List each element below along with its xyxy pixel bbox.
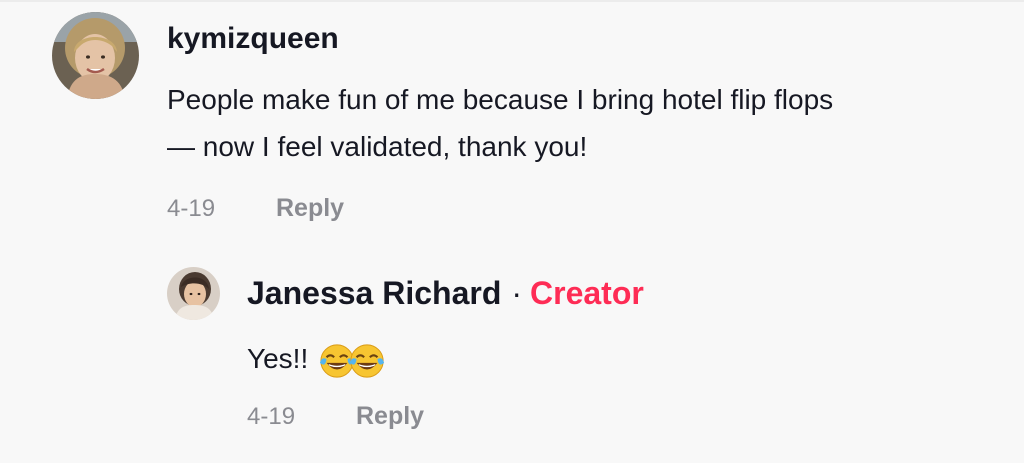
user-avatar-icon bbox=[167, 267, 220, 320]
commenter-avatar[interactable] bbox=[52, 12, 139, 99]
comment-text-line: People make fun of me because I bring ho… bbox=[167, 84, 834, 115]
creator-badge: Creator bbox=[530, 275, 644, 311]
tears-of-joy-emoji-icon bbox=[349, 343, 385, 378]
reply-button[interactable]: Reply bbox=[356, 402, 424, 431]
creator-avatar[interactable] bbox=[167, 267, 220, 320]
comment-text-line: — now I feel validated, thank you! bbox=[167, 131, 588, 162]
separator-dot: · bbox=[511, 275, 523, 311]
reply-text: Yes!! bbox=[247, 335, 386, 382]
reply-button[interactable]: Reply bbox=[276, 194, 344, 223]
reply-date: 4-19 bbox=[247, 403, 296, 430]
comment-text: People make fun of me because I bring ho… bbox=[167, 76, 1017, 170]
reply-item: Janessa Richard · Creator Yes!! 4-19 Reply bbox=[0, 250, 1024, 463]
comment-item: kymizqueen People make fun of me because… bbox=[0, 0, 1024, 240]
comment-date: 4-19 bbox=[167, 195, 216, 222]
reply-header: Janessa Richard · Creator bbox=[247, 275, 644, 312]
reply-username[interactable]: Janessa Richard bbox=[247, 275, 501, 311]
commenter-username[interactable]: kymizqueen bbox=[167, 22, 339, 56]
reply-text-content: Yes!! bbox=[247, 343, 309, 374]
user-avatar-icon bbox=[52, 12, 139, 99]
